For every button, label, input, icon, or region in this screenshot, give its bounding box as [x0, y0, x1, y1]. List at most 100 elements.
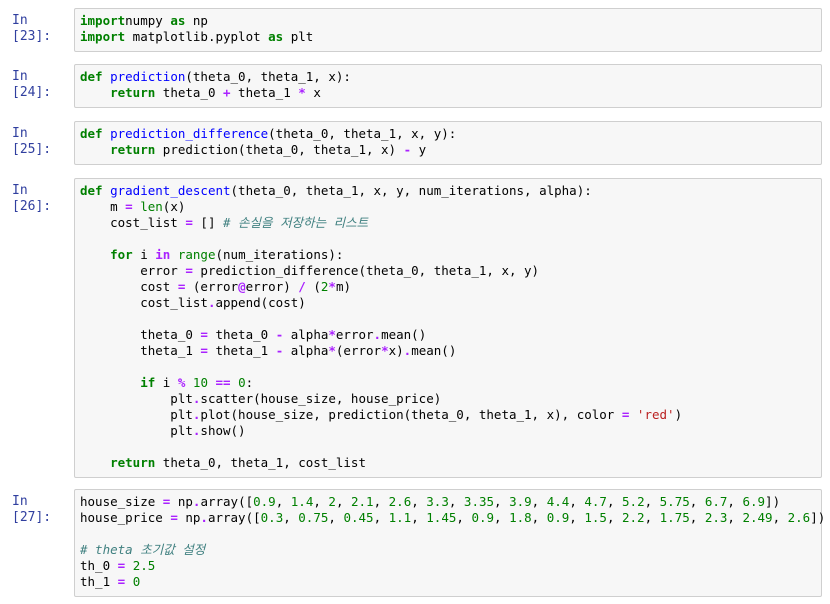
code-token: , [494, 510, 510, 525]
code-token: plot(house_size, prediction(theta_0, the… [200, 407, 622, 422]
code-token: error [80, 263, 186, 278]
operator-token: . [200, 510, 208, 525]
code-input[interactable]: def gradient_descent(theta_0, theta_1, x… [74, 178, 822, 478]
code-line: th_0 = 2.5 [80, 558, 155, 573]
code-token: , [531, 494, 547, 509]
code-input[interactable]: def prediction(theta_0, theta_1, x): ret… [74, 64, 822, 108]
code-line: for i in range(num_iterations): [80, 247, 343, 262]
cell-prompt: In [26]: [12, 183, 52, 214]
number-token: 2 [328, 494, 336, 509]
code-token: show() [200, 423, 246, 438]
code-token: , [689, 494, 705, 509]
function-name-token: prediction_difference [110, 126, 269, 141]
code-token: theta_1 [80, 343, 201, 358]
operator-token: = [170, 510, 178, 525]
code-token: cost [80, 279, 178, 294]
code-token: np [177, 510, 201, 525]
code-text[interactable]: importnumpy as np import matplotlib.pypl… [75, 9, 821, 49]
code-input[interactable]: house_size = np.array([0.9, 1.4, 2, 2.1,… [74, 489, 825, 597]
code-token: theta_1 [230, 85, 299, 100]
number-token: 0.9 [253, 494, 276, 509]
code-token: , [606, 510, 622, 525]
cell-prompt: In [27]: [12, 494, 52, 525]
code-token: append(cost) [215, 295, 306, 310]
code-token: error) [245, 279, 299, 294]
operator-token: * [328, 343, 336, 358]
code-token: , [335, 494, 351, 509]
number-token: 2.49 [742, 510, 773, 525]
operator-token: * [328, 279, 336, 294]
number-token: 0.3 [260, 510, 284, 525]
operator-token: == [215, 375, 231, 390]
code-line: importnumpy as np [80, 13, 208, 28]
code-token: , [373, 494, 389, 509]
code-token: plt [80, 407, 193, 422]
code-token: , [606, 494, 623, 509]
code-token: : [245, 375, 254, 390]
code-token: th_0 [80, 558, 118, 573]
code-token: (error [335, 343, 382, 358]
code-token: error [335, 327, 374, 342]
operator-token: = [185, 215, 193, 230]
code-token: matplotlib.pyplot [125, 29, 269, 44]
code-token: cost_list [80, 215, 186, 230]
code-line: m = len(x) [80, 199, 185, 214]
code-token: alpha [283, 327, 329, 342]
function-name-token: prediction [110, 69, 186, 84]
code-token: alpha [283, 343, 329, 358]
code-line: theta_0 = theta_0 - alpha*error.mean() [80, 327, 426, 342]
number-token: 4.7 [584, 494, 607, 509]
code-line: cost = (error@error) / (2*m) [80, 279, 351, 294]
code-token: m) [335, 279, 351, 294]
code-token: , [448, 494, 464, 509]
code-line: if i % 10 == 0: [80, 375, 253, 390]
keyword-token: as [170, 13, 186, 28]
code-token: , [689, 510, 705, 525]
cell-prompt: In [25]: [12, 126, 52, 157]
operator-token: + [223, 85, 231, 100]
code-input[interactable]: def prediction_difference(theta_0, theta… [74, 121, 822, 165]
code-line: theta_1 = theta_1 - alpha*(error*x).mean… [80, 343, 456, 358]
operator-token: = [200, 327, 208, 342]
code-input[interactable]: importnumpy as np import matplotlib.pypl… [74, 8, 822, 52]
keyword-token: as [268, 29, 284, 44]
number-token: 2.3 [704, 510, 728, 525]
code-token: np [170, 494, 193, 509]
number-token: 5.2 [622, 494, 645, 509]
code-text[interactable]: house_size = np.array([0.9, 1.4, 2, 2.1,… [75, 490, 825, 594]
number-token: 1.45 [426, 510, 457, 525]
code-line: plt.plot(house_size, prediction(theta_0,… [80, 407, 682, 422]
code-token: (theta_0, theta_1, x): [185, 69, 351, 84]
code-token: i [132, 247, 156, 262]
cell-prompt: In [23]: [12, 13, 52, 44]
code-line: import matplotlib.pyplot as plt [80, 29, 313, 44]
number-token: 5.75 [659, 494, 690, 509]
code-text[interactable]: def gradient_descent(theta_0, theta_1, x… [75, 179, 821, 475]
number-token: 2.6 [787, 510, 811, 525]
string-token: 'red' [636, 407, 675, 422]
operator-token: * [328, 327, 336, 342]
code-token: prediction_difference(theta_0, theta_1, … [192, 263, 540, 278]
code-token: (error [185, 279, 239, 294]
code-token: y [411, 142, 427, 157]
code-text[interactable]: def prediction(theta_0, theta_1, x): ret… [75, 65, 821, 105]
number-token: 2.5 [132, 558, 156, 573]
code-token: house_price [80, 510, 171, 525]
code-line: cost_list = [] # 손실을 저장하는 리스트 [80, 215, 368, 230]
code-line: house_size = np.array([0.9, 1.4, 2, 2.1,… [80, 494, 780, 509]
code-token: x [305, 85, 321, 100]
code-token: , [456, 510, 472, 525]
code-token: house_size [80, 494, 163, 509]
code-line: plt.scatter(house_size, house_price) [80, 391, 441, 406]
number-token: 1.75 [659, 510, 690, 525]
code-token: ]) [765, 494, 781, 509]
code-text[interactable]: def prediction_difference(theta_0, theta… [75, 122, 821, 162]
code-line: plt.show() [80, 423, 246, 438]
